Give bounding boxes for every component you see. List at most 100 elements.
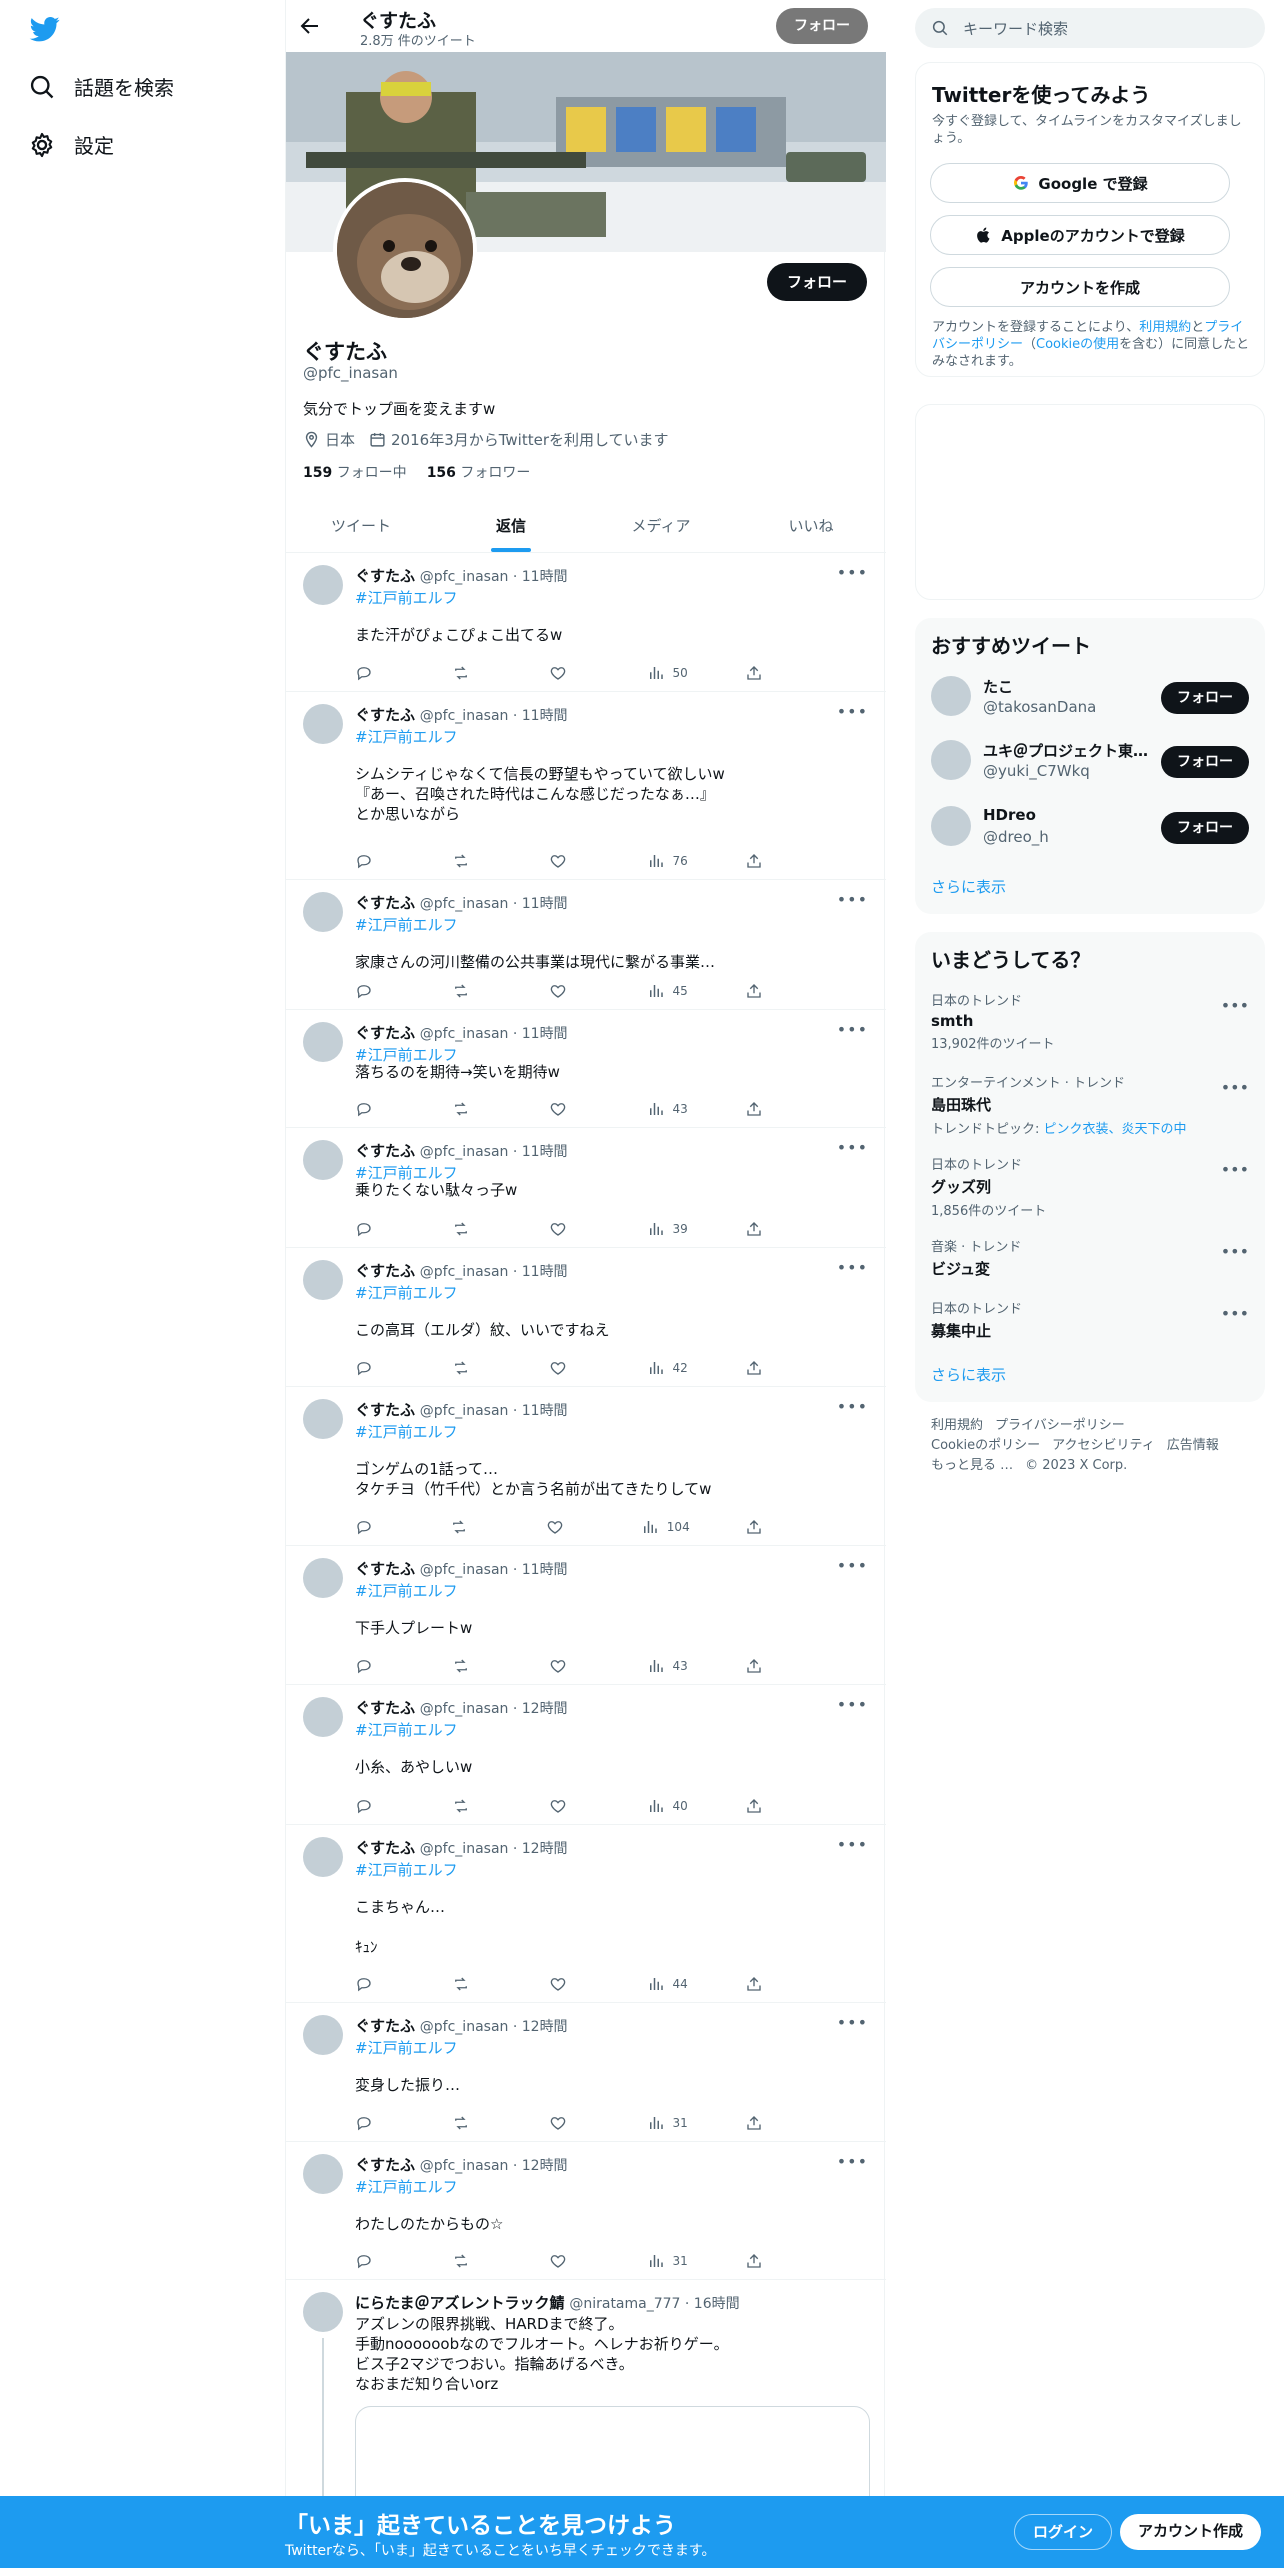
footer-more-link[interactable]: もっと見る … xyxy=(931,1458,1013,1473)
more-icon[interactable]: ••• xyxy=(837,702,868,721)
retweet-button[interactable] xyxy=(452,1359,492,1377)
views-button[interactable]: 76 xyxy=(647,852,688,870)
views-button[interactable]: 43 xyxy=(647,1100,688,1118)
avatar[interactable] xyxy=(303,1399,343,1439)
views-button[interactable]: 40 xyxy=(647,1797,688,1815)
retweet-button[interactable] xyxy=(452,982,492,1000)
hashtag-link[interactable]: #江戸前エルフ xyxy=(355,2037,458,2058)
trends-show-more[interactable]: さらに表示 xyxy=(931,1364,1006,1385)
nav-settings[interactable]: 設定 xyxy=(28,130,114,159)
tweet-author-name[interactable]: ぐすたふ xyxy=(355,1699,415,1717)
apple-signup-button[interactable]: Appleのアカウントで登録 xyxy=(930,215,1230,255)
retweet-button[interactable] xyxy=(452,1100,492,1118)
share-button[interactable] xyxy=(745,1518,785,1536)
hashtag-link[interactable]: #江戸前エルフ xyxy=(355,1719,458,1740)
retweet-button[interactable] xyxy=(452,1975,492,1993)
back-arrow-icon[interactable] xyxy=(298,14,322,38)
more-icon[interactable]: ••• xyxy=(837,1138,868,1157)
more-icon[interactable]: ••• xyxy=(837,2013,868,2032)
more-icon[interactable]: ••• xyxy=(837,1835,868,1854)
footer-link[interactable]: アクセシビリティ xyxy=(1052,1438,1155,1453)
reply-button[interactable] xyxy=(355,664,395,682)
reply-button[interactable] xyxy=(355,852,395,870)
share-button[interactable] xyxy=(745,982,785,1000)
like-button[interactable] xyxy=(549,1220,589,1238)
thread-avatar[interactable] xyxy=(303,2292,343,2332)
more-icon[interactable]: ••• xyxy=(1221,1242,1249,1261)
like-button[interactable] xyxy=(549,2114,589,2132)
trend-item[interactable]: 音楽 · トレンド ビジュ変 ••• xyxy=(931,1236,1249,1279)
retweet-button[interactable] xyxy=(452,1797,492,1815)
retweet-button[interactable] xyxy=(452,2252,492,2270)
share-button[interactable] xyxy=(745,664,785,682)
more-icon[interactable]: ••• xyxy=(837,563,868,582)
recommended-user[interactable]: たこ @takosanDana フォロー xyxy=(931,676,1249,720)
share-button[interactable] xyxy=(745,852,785,870)
tweet-author-name[interactable]: ぐすたふ xyxy=(355,706,415,724)
views-button[interactable]: 45 xyxy=(647,982,688,1000)
reply-button[interactable] xyxy=(355,1518,395,1536)
more-icon[interactable]: ••• xyxy=(837,890,868,909)
recommended-follow-button[interactable]: フォロー xyxy=(1161,812,1249,844)
hashtag-link[interactable]: #江戸前エルフ xyxy=(355,726,458,747)
tweet[interactable]: ぐすたふ @pfc_inasan · 11時間 ••• #江戸前エルフ 下手人プレート… xyxy=(286,1546,886,1685)
tweet-author-name[interactable]: ぐすたふ xyxy=(355,1024,415,1042)
share-button[interactable] xyxy=(745,1797,785,1815)
views-button[interactable]: 39 xyxy=(647,1220,688,1238)
share-button[interactable] xyxy=(745,1100,785,1118)
more-icon[interactable]: ••• xyxy=(1221,1304,1249,1323)
avatar[interactable] xyxy=(931,806,971,846)
like-button[interactable] xyxy=(549,1975,589,1993)
reply-button[interactable] xyxy=(355,1797,395,1815)
views-button[interactable]: 31 xyxy=(647,2252,688,2270)
signup-button[interactable]: アカウント作成 xyxy=(1120,2514,1262,2550)
followers-link[interactable]: 156 フォロワー xyxy=(427,462,531,482)
views-button[interactable]: 104 xyxy=(641,1518,690,1536)
trend-item[interactable]: 日本のトレンド グッズ列 1,856件のツイート ••• xyxy=(931,1154,1249,1219)
footer-link[interactable]: Cookieのポリシー xyxy=(931,1438,1040,1453)
more-icon[interactable]: ••• xyxy=(1221,1160,1249,1179)
share-button[interactable] xyxy=(745,1359,785,1377)
tweet-author-name[interactable]: ぐすたふ xyxy=(355,567,415,585)
tweet-author-name[interactable]: ぐすたふ xyxy=(355,2156,415,2174)
share-button[interactable] xyxy=(745,1220,785,1238)
tweet-author-name[interactable]: ぐすたふ xyxy=(355,1839,415,1857)
avatar[interactable] xyxy=(303,704,343,744)
header-follow-button[interactable]: フォロー xyxy=(776,8,868,44)
retweet-button[interactable] xyxy=(452,1657,492,1675)
tweet[interactable]: ぐすたふ @pfc_inasan · 11時間 ••• #江戸前エルフ 落ちるのを期待… xyxy=(286,1010,886,1128)
like-button[interactable] xyxy=(549,852,589,870)
hashtag-link[interactable]: #江戸前エルフ xyxy=(355,914,458,935)
google-signup-button[interactable]: Google で登録 xyxy=(930,163,1230,203)
more-icon[interactable]: ••• xyxy=(1221,996,1249,1015)
like-button[interactable] xyxy=(549,664,589,682)
reply-button[interactable] xyxy=(355,1100,395,1118)
share-button[interactable] xyxy=(745,2114,785,2132)
reply-button[interactable] xyxy=(355,982,395,1000)
more-icon[interactable]: ••• xyxy=(837,1258,868,1277)
recommended-user[interactable]: HDreo @dreo_h フォロー xyxy=(931,806,1249,850)
more-icon[interactable]: ••• xyxy=(1221,1078,1249,1097)
twitter-bird-icon[interactable] xyxy=(28,14,62,44)
more-icon[interactable]: ••• xyxy=(837,1556,868,1575)
tweet[interactable]: ぐすたふ @pfc_inasan · 12時間 ••• #江戸前エルフ 変身した振り…… xyxy=(286,2003,886,2142)
footer-link[interactable]: 利用規約 xyxy=(931,1418,983,1433)
retweet-button[interactable] xyxy=(450,1518,490,1536)
retweet-button[interactable] xyxy=(452,664,492,682)
hashtag-link[interactable]: #江戸前エルフ xyxy=(355,587,458,608)
like-button[interactable] xyxy=(549,2252,589,2270)
tweet-author-name[interactable]: ぐすたふ xyxy=(355,1401,415,1419)
tab-likes[interactable]: いいね xyxy=(736,500,886,552)
more-icon[interactable]: ••• xyxy=(837,1397,868,1416)
reply-button[interactable] xyxy=(355,1359,395,1377)
tweet[interactable]: ぐすたふ @pfc_inasan · 11時間 ••• #江戸前エルフ また汗がぴょこ… xyxy=(286,553,886,692)
more-icon[interactable]: ••• xyxy=(837,2152,868,2171)
trend-topic-link[interactable]: ピンク衣装、炎天下の中 xyxy=(1044,1122,1187,1137)
share-button[interactable] xyxy=(745,1975,785,1993)
tweet[interactable]: ぐすたふ @pfc_inasan · 11時間 ••• #江戸前エルフ ゴンゲムの1話… xyxy=(286,1387,886,1546)
views-button[interactable]: 50 xyxy=(647,664,688,682)
like-button[interactable] xyxy=(549,1359,589,1377)
tweet-author-name[interactable]: ぐすたふ xyxy=(355,2017,415,2035)
terms-link[interactable]: 利用規約 xyxy=(1139,320,1191,335)
login-button[interactable]: ログイン xyxy=(1014,2514,1113,2550)
